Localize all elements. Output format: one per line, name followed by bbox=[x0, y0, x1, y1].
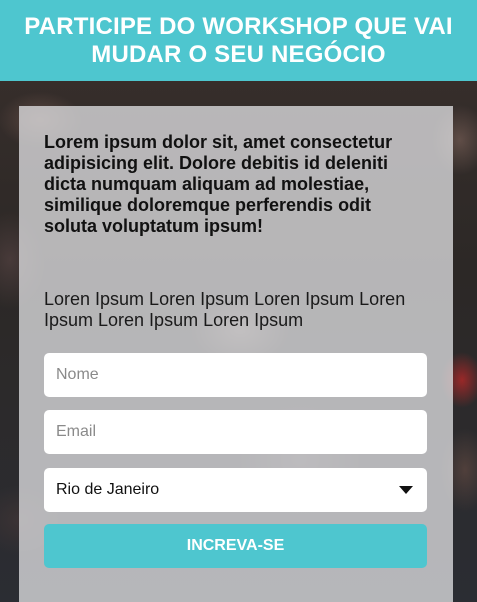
city-select[interactable]: Rio de Janeiro bbox=[44, 468, 427, 512]
sub-text: Loren Ipsum Loren Ipsum Loren Ipsum Lore… bbox=[44, 289, 406, 330]
subscribe-button[interactable]: INCREVA-SE bbox=[44, 524, 427, 568]
page-title: PARTICIPE DO WORKSHOP QUE VAI MUDAR O SE… bbox=[24, 12, 453, 68]
chevron-down-icon bbox=[399, 486, 413, 494]
landing-page: PARTICIPE DO WORKSHOP QUE VAI MUDAR O SE… bbox=[0, 0, 477, 602]
city-select-value: Rio de Janeiro bbox=[56, 481, 160, 498]
name-input[interactable] bbox=[44, 353, 427, 397]
signup-card: Lorem ipsum dolor sit, amet consectetur … bbox=[19, 106, 453, 602]
header-banner: PARTICIPE DO WORKSHOP QUE VAI MUDAR O SE… bbox=[0, 0, 477, 81]
email-input[interactable] bbox=[44, 410, 427, 454]
intro-text: Lorem ipsum dolor sit, amet consectetur … bbox=[44, 132, 393, 236]
